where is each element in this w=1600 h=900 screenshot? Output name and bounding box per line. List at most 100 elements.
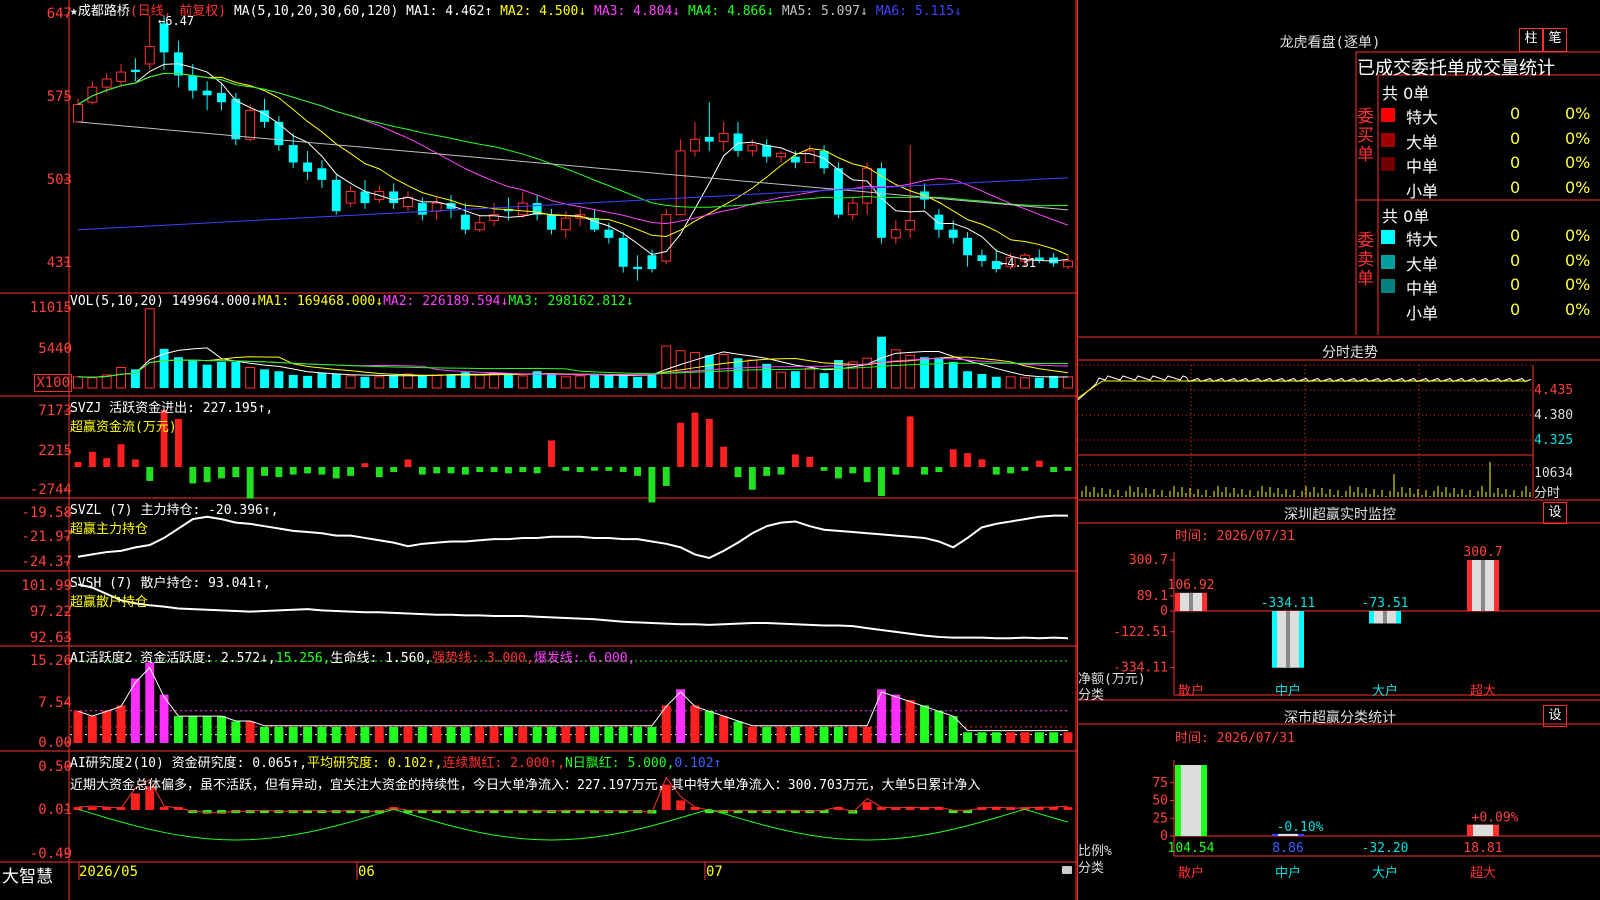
- order-percent: 0%: [1565, 299, 1591, 319]
- flow-bar: [232, 467, 240, 478]
- class-stat-title: 深市超赢分类统计: [1284, 710, 1396, 726]
- activity-bar: [417, 726, 427, 743]
- activity-bar: [647, 726, 657, 743]
- candle-body: [547, 214, 556, 230]
- svzl-title: SVZL (7) 主力持仓: -20.396↑,: [70, 503, 279, 518]
- class-value-label: 8.86: [1272, 841, 1303, 856]
- candle-body: [231, 98, 241, 140]
- svzj-axis-label: 2215: [38, 443, 72, 459]
- order-count: 0: [1510, 177, 1521, 197]
- ma-line: [77, 177, 1069, 231]
- svzl-axis-label: -24.37: [21, 554, 72, 570]
- bar-mode-button[interactable]: 柱: [1519, 28, 1543, 52]
- order-row: 中单 0 0%: [1380, 153, 1600, 176]
- flow-bar: [892, 467, 900, 475]
- ai2-item: 连续飘红: 2.000↑,: [442, 756, 565, 771]
- activity-bar: [116, 705, 126, 743]
- volume-bar: [517, 375, 528, 389]
- flow-bar: [978, 459, 986, 467]
- activity-bar: [331, 726, 341, 743]
- activity-bar: [1006, 732, 1016, 743]
- candle-body: [474, 222, 485, 231]
- volume-bar: [360, 376, 370, 388]
- flow-bar: [1021, 467, 1029, 471]
- lock-icon[interactable]: [1062, 866, 1072, 874]
- activity-bar: [432, 726, 442, 743]
- flow-bar: [533, 467, 541, 474]
- volume-bar: [819, 373, 829, 388]
- order-count: 0: [1510, 153, 1521, 172]
- stock-name[interactable]: ★成都路桥: [70, 4, 130, 19]
- price-axis-label: 647: [46, 6, 72, 22]
- volume-bar: [245, 367, 256, 389]
- volume-bar: [144, 308, 155, 389]
- svsh-axis-label: 92.63: [29, 630, 72, 646]
- activity-bar: [102, 710, 112, 743]
- brand-logo[interactable]: 大智慧: [2, 862, 53, 887]
- monitor-settings-button[interactable]: 设: [1543, 502, 1567, 524]
- pen-mode-button[interactable]: 笔: [1543, 28, 1567, 52]
- ai2-axis-label: -0.49: [29, 846, 72, 862]
- intraday-price-label: 4.380: [1534, 408, 1574, 423]
- candle-body: [73, 104, 83, 123]
- monitor-category-label: 中户: [1275, 683, 1301, 699]
- order-row: 小单 0 0%: [1380, 177, 1600, 201]
- volume-bar: [231, 361, 241, 388]
- ma-value: MA3: 4.804↓: [594, 4, 681, 19]
- ai1-item: 强势线: 3.000,: [432, 651, 534, 666]
- ai2-axis-label: 0.50: [38, 759, 72, 775]
- order-color-swatch: [1381, 254, 1395, 269]
- monitor-bar-shade: [1286, 611, 1290, 668]
- class-time: 时间: 2026/07/31: [1175, 731, 1295, 746]
- flow-bar: [490, 467, 498, 473]
- candle-body: [862, 167, 873, 204]
- flow-bar: [662, 467, 670, 486]
- flow-bar: [246, 467, 254, 499]
- flow-bar: [720, 446, 728, 467]
- vol-header: VOL(5,10,20) 149964.000↓MA1: 169468.000↓…: [70, 294, 634, 309]
- candle-body: [217, 92, 226, 103]
- candle-body: [934, 214, 944, 230]
- flow-bar: [361, 463, 369, 467]
- vol-prefix: VOL(5,10,20): [70, 294, 164, 309]
- monitor-bar-shade: [1481, 560, 1485, 611]
- flow-bar: [949, 449, 957, 467]
- flow-bar: [203, 467, 211, 483]
- class-settings-button[interactable]: 设: [1543, 705, 1567, 727]
- activity-bar: [934, 710, 944, 743]
- flow-bar: [74, 461, 82, 467]
- volume-bar: [303, 375, 313, 388]
- research-bar: [130, 793, 140, 811]
- activity-bar: [1063, 732, 1073, 743]
- research-bar: [87, 807, 97, 811]
- activity-bar: [547, 726, 556, 743]
- volume-bar: [604, 374, 614, 388]
- intraday-price-line: [1078, 375, 1532, 401]
- monitor-axis-label: 300.7: [1129, 553, 1168, 568]
- order-count: 0: [1510, 275, 1521, 294]
- price-header: ★成都路桥(日线, 前复权) MA(5,10,20,30,60,120) MA1…: [70, 0, 962, 19]
- flow-bar: [347, 467, 355, 476]
- ai1-item: 爆发线: 6.000,: [533, 651, 636, 666]
- order-count: 0: [1510, 104, 1521, 123]
- svzl-axis-label: -21.97: [21, 529, 72, 545]
- activity-bar: [288, 726, 298, 743]
- activity-bar: [202, 716, 212, 743]
- candle-body: [101, 78, 112, 88]
- activity-bar: [360, 726, 370, 743]
- svzl-header: SVZL (7) 主力持仓: -20.396↑, 超赢主力持仓: [70, 499, 279, 537]
- volume-bar: [431, 374, 442, 389]
- vol-unit-label: X100: [34, 374, 72, 392]
- ai1-item: AI活跃度2 资金活跃度: 2.572↓,: [70, 651, 276, 666]
- class-value-label: 104.54: [1168, 841, 1215, 856]
- longhu-title: 龙虎看盘(逐单): [1279, 35, 1381, 51]
- order-color-swatch: [1381, 157, 1395, 171]
- flow-bar: [619, 467, 627, 473]
- ma-value: MA1: 4.462↑: [406, 4, 493, 19]
- volume-bar: [288, 374, 298, 388]
- volume-bar: [1049, 375, 1059, 388]
- research-bar: [159, 807, 169, 811]
- candle-body: [833, 168, 843, 215]
- order-type-label: 特大: [1406, 108, 1439, 127]
- candle-body: [345, 190, 356, 204]
